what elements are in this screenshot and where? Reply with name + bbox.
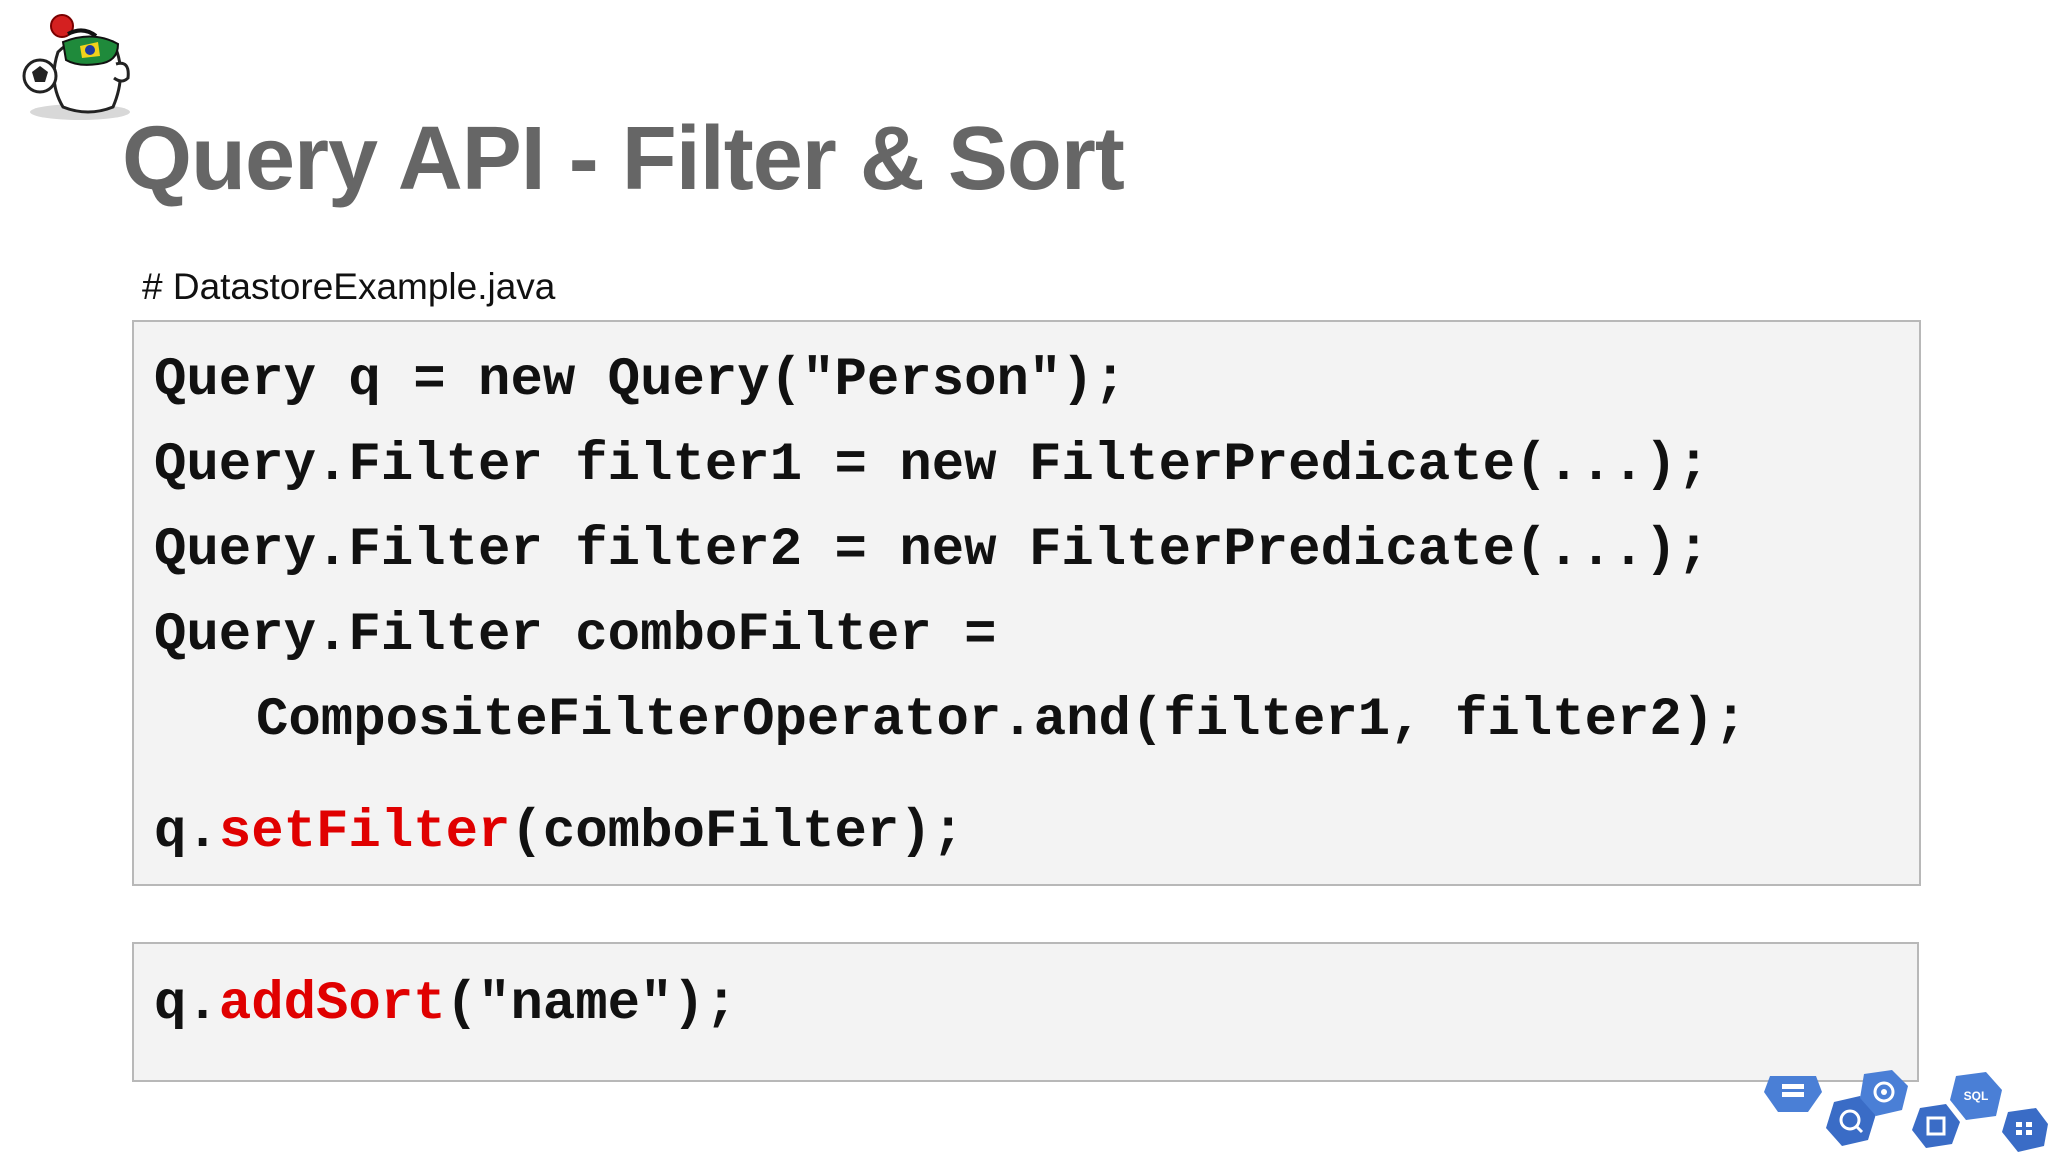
code-line: Query.Filter filter2 = new FilterPredica… [154, 520, 1710, 581]
storage-icon [1764, 1076, 1822, 1112]
code-receiver: q. [154, 802, 219, 863]
method-name-set-filter: setFilter [218, 802, 511, 863]
code-receiver: q. [154, 974, 219, 1035]
code-args: (comboFilter); [510, 802, 965, 863]
method-name-add-sort: addSort [218, 974, 446, 1035]
code-block-filter: Query q = new Query("Person"); Query.Fil… [132, 320, 1921, 886]
filename-label: # DatastoreExample.java [142, 266, 556, 307]
slide: Query API - Filter & Sort # DatastoreExa… [0, 0, 2048, 1152]
code-line: CompositeFilterOperator.and(filter1, fil… [256, 690, 1747, 751]
chip-icon [1912, 1104, 1960, 1148]
code-block-sort: q.addSort("name"); [132, 942, 1919, 1082]
code-line: Query q = new Query("Person"); [154, 350, 1127, 411]
sql-label: SQL [1964, 1089, 1989, 1103]
code-line: Query.Filter filter1 = new FilterPredica… [154, 435, 1710, 496]
sql-icon: SQL [1950, 1072, 2002, 1120]
java-duke-mascot-icon [22, 14, 130, 120]
code-line-add-sort: q.addSort("name"); [154, 978, 737, 1032]
cloud-icon-cluster: SQL [1764, 1070, 2048, 1152]
page-title: Query API - Filter & Sort [122, 109, 1125, 209]
code-line-set-filter: q.setFilter(comboFilter); [154, 806, 964, 860]
code-line: Query.Filter comboFilter = [154, 605, 997, 666]
grid-icon [2002, 1108, 2048, 1152]
code-args: ("name"); [445, 974, 738, 1035]
